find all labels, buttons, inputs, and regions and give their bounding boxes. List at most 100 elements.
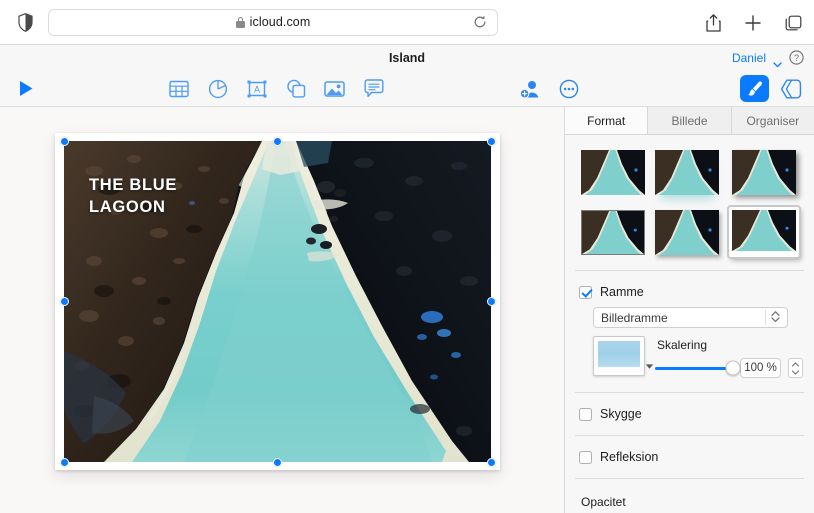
reflection-checkbox[interactable] [579, 451, 592, 464]
tab-organiser-label: Organiser [746, 114, 799, 128]
divider-shadow [575, 435, 804, 436]
tab-organiser[interactable]: Organiser [732, 107, 814, 134]
selection-handle-top-center[interactable] [273, 137, 282, 146]
slide-canvas[interactable]: THE BLUE LAGOON [0, 107, 564, 513]
border-type-select[interactable]: Billedramme [593, 307, 788, 328]
style-soft-shadow[interactable] [655, 208, 719, 256]
media-image-icon[interactable] [324, 78, 345, 99]
document-icon[interactable] [777, 75, 804, 102]
browser-toolbar: icloud.com [0, 0, 814, 45]
tab-overview-icon[interactable] [784, 14, 802, 32]
opacity-label: Opacitet [581, 495, 800, 509]
image-overlay-title: THE BLUE LAGOON [89, 174, 177, 219]
divider-reflection [575, 478, 804, 479]
url-text: icloud.com [250, 15, 311, 29]
border-scale-field[interactable]: 100 % [740, 358, 781, 378]
account-area: Daniel ? [732, 50, 804, 65]
tab-format[interactable]: Format [565, 107, 648, 134]
style-bordered[interactable] [581, 208, 645, 256]
shadow-label: Skygge [600, 407, 642, 421]
svg-text:A: A [253, 84, 259, 94]
border-scale-control: Skalering 100 % [655, 336, 803, 378]
tab-format-label: Format [587, 114, 625, 128]
plus-icon[interactable] [744, 14, 762, 32]
border-scale-label: Skalering [657, 338, 803, 352]
border-color-preview [598, 341, 640, 367]
shadow-checkbox-row[interactable]: Skygge [565, 399, 814, 429]
border-scale-slider[interactable] [655, 367, 733, 370]
selection-handle-middle-left[interactable] [60, 297, 69, 306]
border-checkbox[interactable] [579, 286, 592, 299]
border-settings-row: Skalering 100 % [565, 328, 814, 378]
paintbrush-icon[interactable] [740, 75, 769, 102]
style-thumbnail [732, 210, 796, 251]
caret-down-icon[interactable] [645, 357, 654, 375]
border-color-swatch[interactable] [593, 336, 645, 376]
account-name[interactable]: Daniel [732, 51, 766, 65]
chevron-updown-icon [770, 310, 781, 326]
svg-text:?: ? [794, 53, 799, 63]
browser-actions [704, 0, 802, 45]
shape-icon[interactable] [285, 78, 306, 99]
border-type-row: Billedramme [565, 307, 814, 328]
style-shadow[interactable] [729, 148, 799, 196]
ellipsis-circle-icon[interactable] [558, 78, 579, 99]
border-checkbox-row[interactable]: Ramme [565, 277, 814, 307]
overlay-title-line-1: THE BLUE [89, 174, 177, 196]
reflection-checkbox-row[interactable]: Refleksion [565, 442, 814, 472]
keynote-web-window: icloud.com Island Daniel [0, 0, 814, 513]
style-thumbnail [732, 150, 796, 195]
text-box-icon[interactable]: A [246, 78, 267, 99]
address-bar-content: icloud.com [236, 15, 311, 29]
border-label: Ramme [600, 285, 644, 299]
table-icon[interactable] [168, 78, 189, 99]
app-header: Island Daniel ? [0, 45, 814, 70]
document-title: Island [0, 51, 814, 65]
inspector-toggles [740, 75, 804, 102]
border-scale-line: 100 % [655, 358, 803, 378]
border-type-value: Billedramme [601, 311, 668, 325]
tab-billede[interactable]: Billede [648, 107, 731, 134]
add-person-icon[interactable] [520, 78, 541, 99]
style-thumbnail-frame [729, 207, 799, 257]
style-picture-frame[interactable] [729, 208, 799, 256]
opacity-control: Opacitet 100 % [565, 485, 814, 513]
style-thumbnail [655, 150, 719, 195]
divider-styles [575, 270, 804, 271]
selection-handle-top-left[interactable] [60, 137, 69, 146]
border-scale-value: 100 % [744, 362, 777, 374]
app-toolbar: A [0, 70, 814, 107]
tab-billede-label: Billede [671, 114, 707, 128]
comment-icon[interactable] [363, 78, 384, 99]
shield-icon[interactable] [14, 11, 36, 33]
reload-icon[interactable] [473, 15, 487, 29]
border-color-swatch-wrap[interactable] [593, 336, 645, 376]
help-question-icon[interactable]: ? [789, 50, 804, 65]
collaboration-tools [520, 78, 579, 99]
inspector-tabs: Format Billede Organiser [565, 107, 814, 135]
chevron-down-icon[interactable] [773, 55, 782, 61]
style-thumbnail [581, 150, 645, 195]
slide[interactable]: THE BLUE LAGOON [55, 133, 500, 470]
selection-handle-bottom-left[interactable] [60, 458, 69, 467]
address-bar[interactable]: icloud.com [48, 9, 498, 36]
selection-handle-top-right[interactable] [487, 137, 496, 146]
selected-image[interactable]: THE BLUE LAGOON [64, 141, 491, 462]
share-icon[interactable] [704, 14, 722, 32]
border-scale-stepper[interactable] [788, 358, 803, 378]
insert-tools: A [168, 78, 384, 99]
play-icon[interactable] [18, 80, 34, 97]
selection-handle-middle-right[interactable] [487, 297, 496, 306]
format-inspector: Format Billede Organiser [564, 107, 814, 513]
style-thumbnail [655, 210, 719, 255]
chart-pie-icon[interactable] [207, 78, 228, 99]
reflection-label: Refleksion [600, 450, 658, 464]
style-plain[interactable] [581, 148, 645, 196]
image-style-grid [565, 135, 814, 264]
style-reflection[interactable] [655, 148, 719, 196]
style-thumbnail [581, 210, 645, 255]
divider-border [575, 392, 804, 393]
selection-handle-bottom-center[interactable] [273, 458, 282, 467]
shadow-checkbox[interactable] [579, 408, 592, 421]
selection-handle-bottom-right[interactable] [487, 458, 496, 467]
